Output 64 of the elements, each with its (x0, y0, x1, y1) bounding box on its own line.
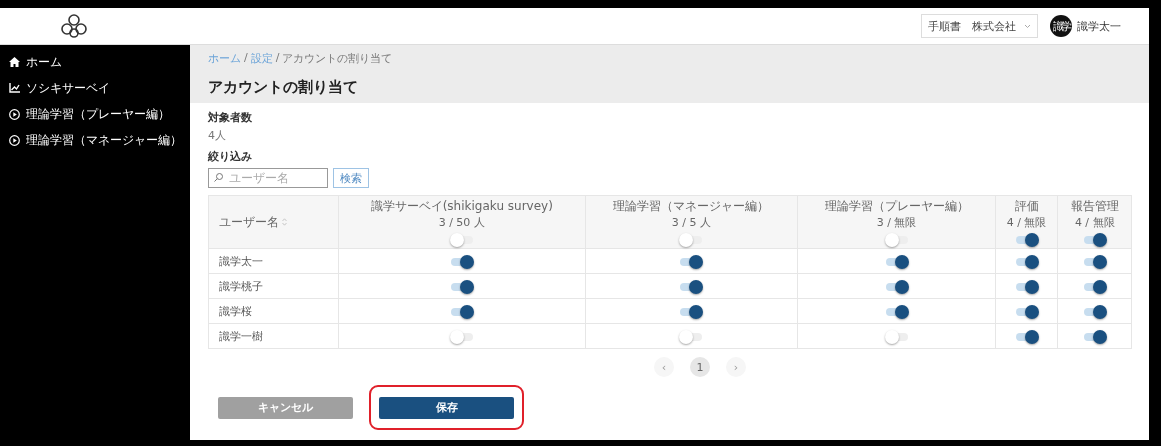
user-avatar[interactable]: 識学 (1050, 15, 1072, 37)
save-button[interactable]: 保存 (379, 396, 514, 419)
page-title: アカウントの割り当て (208, 78, 359, 97)
line-chart-icon (9, 83, 20, 93)
toggle-switch[interactable] (1015, 257, 1038, 266)
sidebar-item[interactable]: 理論学習（プレーヤー編） (0, 101, 190, 127)
toggle-switch[interactable] (885, 236, 908, 244)
search-button[interactable]: 検索 (333, 168, 369, 188)
user-name: 識学太一 (1077, 18, 1121, 34)
target-count-value: 4人 (208, 128, 227, 143)
toggle-switch[interactable] (680, 236, 703, 244)
column-count: 4 / 無限 (1005, 215, 1048, 230)
home-icon (9, 57, 20, 67)
column-count: 3 / 50 人 (437, 215, 486, 230)
user-name-cell: 識学一樹 (208, 323, 339, 349)
user-name-cell: 識学桜 (208, 298, 339, 324)
toggle-switch[interactable] (450, 257, 473, 266)
toggle-switch[interactable] (680, 257, 703, 266)
column-header: 識学サーベイ(shikigaku survey) (369, 198, 554, 215)
play-circle-icon (9, 134, 20, 146)
toggle-switch[interactable] (1083, 257, 1106, 266)
toggle-switch[interactable] (1015, 236, 1038, 244)
search-icon (214, 173, 223, 182)
toggle-switch[interactable] (1015, 332, 1038, 341)
toggle-switch[interactable] (1083, 282, 1106, 291)
toggle-switch[interactable] (450, 307, 473, 316)
column-count: 4 / 無限 (1073, 215, 1116, 230)
toggle-switch[interactable] (680, 332, 703, 341)
column-header: ユーザー名 (219, 213, 279, 231)
toggle-switch[interactable] (450, 332, 473, 341)
user-name-cell: 識学太一 (208, 248, 339, 274)
toggle-switch[interactable] (885, 332, 908, 341)
filter-label: 絞り込み (208, 149, 253, 164)
column-header: 理論学習（マネージャー編） (612, 198, 771, 215)
play-circle-icon (9, 108, 20, 120)
sidebar-item[interactable]: 理論学習（マネージャー編） (0, 127, 190, 153)
breadcrumb-current: アカウントの割り当て (282, 51, 393, 66)
column-header: 評価 (1013, 198, 1040, 215)
toggle-switch[interactable] (1083, 332, 1106, 341)
sidebar-item[interactable]: ソシキサーベイ (0, 75, 190, 101)
chevron-down-icon (1024, 23, 1031, 29)
toggle-switch[interactable] (885, 282, 908, 291)
toggle-switch[interactable] (680, 307, 703, 316)
breadcrumb-separator: / (244, 51, 248, 66)
column-count: 3 / 5 人 (670, 215, 713, 230)
toggle-switch[interactable] (1083, 236, 1106, 244)
toggle-switch[interactable] (885, 307, 908, 316)
user-name-cell: 識学桃子 (208, 273, 339, 299)
toggle-switch[interactable] (450, 282, 473, 291)
toggle-switch[interactable] (680, 282, 703, 291)
toggle-switch[interactable] (885, 257, 908, 266)
column-header: 報告管理 (1069, 198, 1120, 215)
toggle-switch[interactable] (450, 236, 473, 244)
sidebar-item[interactable]: ホーム (0, 49, 190, 75)
column-header: 理論学習（プレーヤー編） (823, 198, 970, 215)
toggle-switch[interactable] (1015, 307, 1038, 316)
toggle-switch[interactable] (1015, 282, 1038, 291)
page-button[interactable]: 1 (690, 357, 710, 377)
company-select[interactable]: 手順書 株式会社 (921, 14, 1038, 38)
column-count: 3 / 無限 (875, 215, 918, 230)
search-field[interactable]: ユーザー名 (208, 168, 328, 188)
toggle-switch[interactable] (1083, 307, 1106, 316)
breadcrumb-separator: / (275, 51, 280, 66)
target-count-label: 対象者数 (208, 110, 253, 125)
